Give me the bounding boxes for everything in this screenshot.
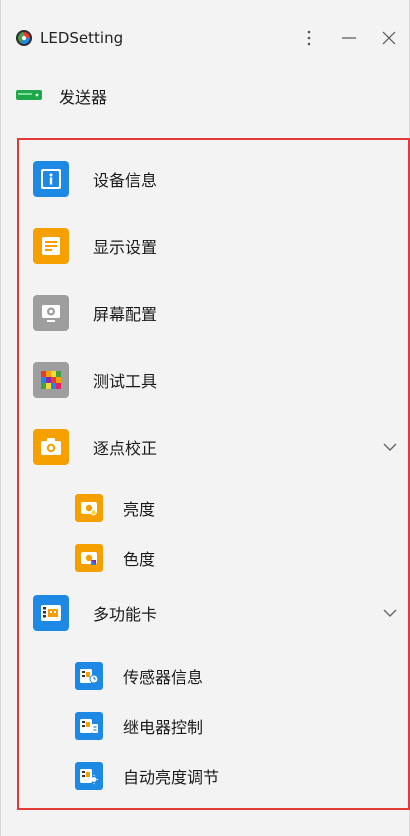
sender-device-icon [16,90,42,100]
nav-item-device-info[interactable]: 设备信息 [19,146,408,212]
nav-label-multi-function-card: 多功能卡 [93,605,158,624]
camera-icon [33,429,69,465]
chevron-down-icon[interactable] [380,437,400,457]
sensor-info-icon [75,662,103,690]
app-title: LEDSetting [40,29,124,47]
nav-label-brightness: 亮度 [123,500,156,519]
minimize-button[interactable] [331,20,367,56]
nav-item-auto-brightness[interactable]: 自动亮度调节 [19,748,408,804]
app-window: LEDSetting 发送器 设备信息 显示设置 屏幕配置 测试工具 逐点校正 … [0,0,410,836]
nav-item-sensor-info[interactable]: 传感器信息 [19,648,408,704]
more-vertical-icon [307,30,311,46]
info-icon [33,161,69,197]
title-bar[interactable]: LEDSetting [1,0,409,72]
device-sender-row[interactable]: 发送器 [13,76,399,114]
nav-item-relay-control[interactable]: 继电器控制 [19,698,408,754]
nav-label-screen-config: 屏幕配置 [93,305,158,324]
nav-label-calibration: 逐点校正 [93,439,158,458]
nav-label-device-info: 设备信息 [93,171,158,190]
screen-config-icon [33,295,69,331]
display-settings-icon [33,228,69,264]
nav-item-chroma[interactable]: 色度 [19,530,408,586]
app-logo-icon [16,30,32,46]
device-label: 发送器 [59,88,108,107]
nav-label-test-tools: 测试工具 [93,372,158,391]
multi-function-card-icon [33,595,69,631]
nav-label-auto-brightness: 自动亮度调节 [123,768,220,787]
nav-item-brightness[interactable]: 亮度 [19,480,408,536]
nav-item-test-tools[interactable]: 测试工具 [19,347,408,413]
nav-label-chroma: 色度 [123,550,156,569]
chroma-calibration-icon [75,544,103,572]
brightness-calibration-icon [75,494,103,522]
auto-brightness-icon [75,762,103,790]
minimize-icon [342,37,356,39]
nav-item-screen-config[interactable]: 屏幕配置 [19,280,408,346]
nav-label-display-settings: 显示设置 [93,238,158,257]
nav-label-relay-control: 继电器控制 [123,718,204,737]
test-pattern-icon [33,362,69,398]
nav-label-sensor-info: 传感器信息 [123,668,204,687]
nav-item-multi-function-card[interactable]: 多功能卡 [19,580,408,646]
chevron-down-icon[interactable] [380,603,400,623]
close-icon [382,31,396,45]
navigation-panel: 设备信息 显示设置 屏幕配置 测试工具 逐点校正 亮度 色度 多功能卡 传感器信… [17,138,410,810]
nav-item-calibration[interactable]: 逐点校正 [19,414,408,480]
more-options-button[interactable] [291,20,327,56]
relay-control-icon [75,712,103,740]
close-button[interactable] [371,20,407,56]
nav-item-display-settings[interactable]: 显示设置 [19,213,408,279]
